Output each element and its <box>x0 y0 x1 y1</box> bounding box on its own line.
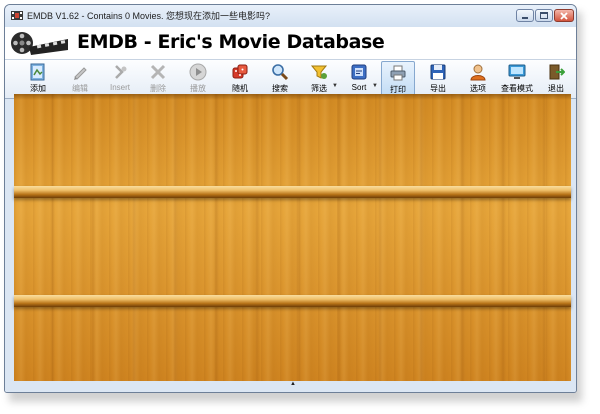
delete-icon <box>150 64 166 80</box>
insert-button[interactable]: Insert <box>103 61 137 96</box>
filter-dropdown-arrow-icon[interactable]: ▼ <box>332 83 338 89</box>
options-label: 选项 <box>470 84 486 93</box>
bookshelf-view[interactable] <box>14 94 571 381</box>
shelf-board-1 <box>14 186 571 198</box>
view-mode-button[interactable]: 查看模式 <box>495 61 539 96</box>
search-label: 搜索 <box>272 84 288 93</box>
app-name-title: EMDB - Eric's Movie Database <box>77 31 385 53</box>
export-button[interactable]: 导出 <box>421 61 455 96</box>
delete-label: 删除 <box>150 84 166 93</box>
film-reel-logo-icon <box>11 32 68 55</box>
export-label: 导出 <box>430 84 446 93</box>
play-label: 播放 <box>190 84 206 93</box>
maximize-icon <box>540 12 548 19</box>
exit-icon <box>549 64 565 80</box>
view-mode-label: 查看模式 <box>501 84 533 93</box>
minimize-icon <box>522 16 528 19</box>
edit-button[interactable]: 编辑 <box>63 61 97 96</box>
search-button[interactable]: 搜索 <box>263 61 297 96</box>
close-button[interactable] <box>554 9 574 22</box>
random-button[interactable]: 随机 <box>223 61 257 96</box>
insert-icon <box>115 65 127 79</box>
edit-label: 编辑 <box>72 84 88 93</box>
play-icon <box>189 63 207 81</box>
random-label: 随机 <box>232 84 248 93</box>
floppy-disk-icon <box>430 64 446 80</box>
sort-dropdown-arrow-icon[interactable]: ▼ <box>372 83 378 89</box>
monitor-icon <box>508 64 526 79</box>
app-banner: EMDB - Eric's Movie Database <box>5 27 576 60</box>
delete-button[interactable]: 删除 <box>141 61 175 96</box>
printer-icon <box>390 65 406 81</box>
options-button[interactable]: 选项 <box>461 61 495 96</box>
filter-icon <box>310 65 328 79</box>
minimize-button[interactable] <box>516 9 534 22</box>
shelf-top-shadow <box>14 94 571 100</box>
play-button[interactable]: 播放 <box>181 61 215 96</box>
close-icon <box>560 11 568 20</box>
insert-label: Insert <box>109 83 130 92</box>
edit-pencil-icon <box>74 67 87 80</box>
dice-icon <box>232 64 248 79</box>
app-film-icon <box>11 11 23 20</box>
exit-button[interactable]: 退出 <box>541 61 571 96</box>
exit-label: 退出 <box>548 84 564 93</box>
print-button[interactable]: 打印 <box>381 61 415 96</box>
add-movie-icon <box>30 63 45 81</box>
add-button[interactable]: 添加 <box>21 61 55 96</box>
window-title: EMDB V1.62 - Contains 0 Movies. 您想现在添加一些… <box>27 11 271 21</box>
title-bar[interactable]: EMDB V1.62 - Contains 0 Movies. 您想现在添加一些… <box>5 5 576 27</box>
sort-icon <box>351 64 367 80</box>
maximize-button[interactable] <box>535 9 553 22</box>
collapse-panel-arrow-icon[interactable]: ▲ <box>289 380 297 388</box>
sort-button[interactable]: Sort ▼ <box>341 61 378 96</box>
filter-button[interactable]: 筛选 ▼ <box>301 61 338 96</box>
shelf-board-2 <box>14 295 571 307</box>
magnifier-icon <box>272 64 289 81</box>
add-label: 添加 <box>30 84 46 93</box>
user-options-icon <box>470 64 486 81</box>
